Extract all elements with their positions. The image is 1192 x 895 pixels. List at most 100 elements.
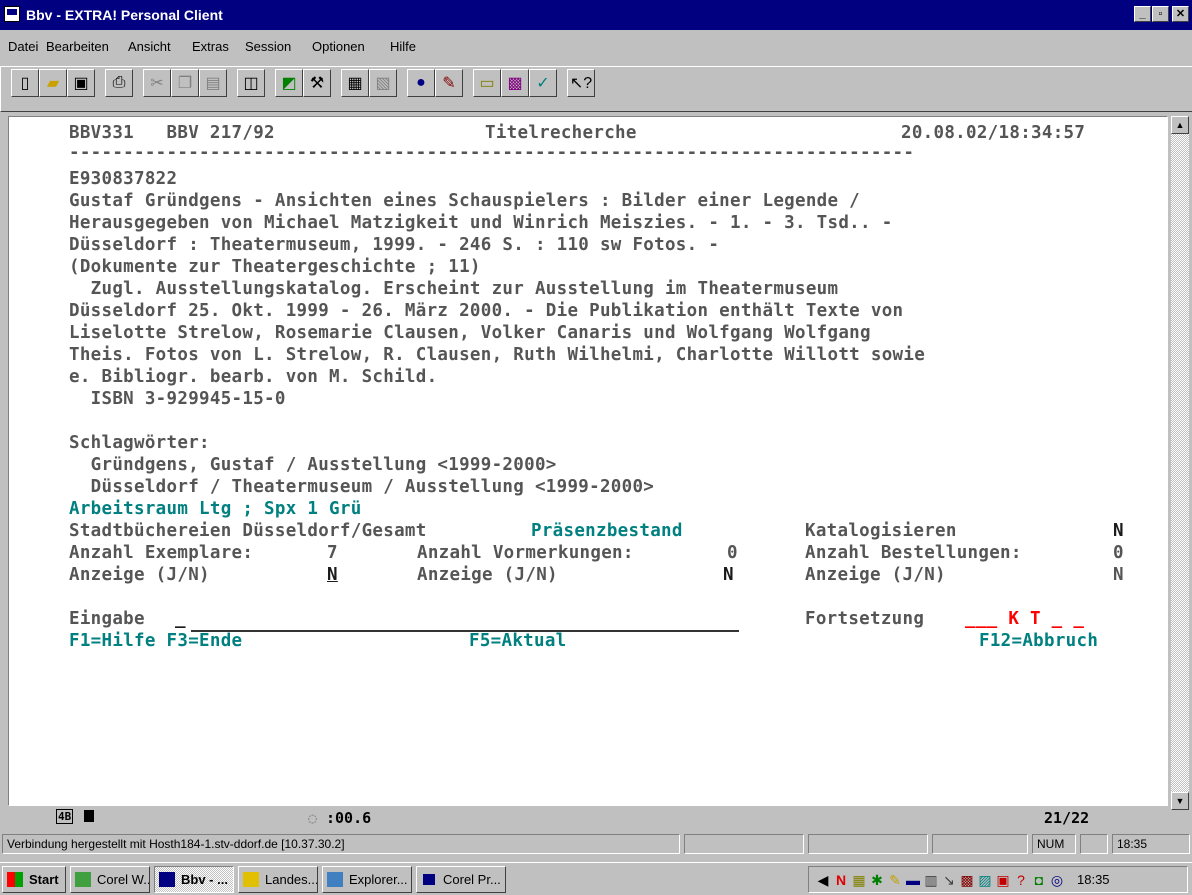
transfer-icon[interactable]: ▧ bbox=[369, 69, 397, 97]
presentation-icon bbox=[421, 872, 437, 887]
tools-icon[interactable]: ⚒ bbox=[303, 69, 331, 97]
maximize-button[interactable]: ▫ bbox=[1152, 6, 1169, 22]
status-pane-empty bbox=[808, 834, 928, 854]
macro-icon[interactable]: ◩ bbox=[275, 69, 303, 97]
hotspot-icon[interactable]: ◫ bbox=[237, 69, 265, 97]
tray-app-icon[interactable]: ✱ bbox=[869, 872, 885, 888]
close-button[interactable]: ✕ bbox=[1172, 6, 1189, 22]
menu-hilfe[interactable]: Hilfe bbox=[390, 39, 416, 54]
help-pointer-icon[interactable]: ↖? bbox=[567, 69, 595, 97]
terminal-screen[interactable]: BBV331 BBV 217/92 Titelrecherche 20.08.0… bbox=[8, 116, 1168, 806]
command-input-field[interactable] bbox=[191, 630, 739, 632]
app-icon[interactable] bbox=[4, 6, 20, 22]
speaker-icon[interactable]: ◀ bbox=[815, 872, 831, 888]
task-landes[interactable]: Landes... bbox=[238, 866, 318, 893]
input-cursor: _ bbox=[175, 609, 186, 629]
status-pane-empty bbox=[1080, 834, 1108, 854]
task-corel-write[interactable]: Corel W... bbox=[70, 866, 150, 893]
task-bbv[interactable]: Bbv - ... bbox=[154, 866, 234, 893]
norton-icon[interactable]: N bbox=[833, 872, 849, 888]
isbn-line: ISBN 3-929945-15-0 bbox=[69, 389, 286, 409]
session-indicator: 4B bbox=[56, 809, 74, 824]
vertical-scrollbar[interactable]: ▲ ▼ bbox=[1171, 116, 1189, 810]
orders-value: 0 bbox=[1113, 543, 1124, 563]
cataloging-value[interactable]: N bbox=[1113, 521, 1124, 541]
corel-icon bbox=[75, 872, 91, 887]
status-message: Verbindung hergestellt mit Hosth184-1.st… bbox=[2, 834, 680, 854]
scroll-up-button[interactable]: ▲ bbox=[1171, 116, 1189, 134]
record-line: e. Bibliogr. bearb. von M. Schild. bbox=[69, 367, 438, 387]
status-bar: Verbindung hergestellt mit Hosth184-1.st… bbox=[0, 832, 1192, 858]
play-icon[interactable]: ✎ bbox=[435, 69, 463, 97]
screen-title: Titelrecherche bbox=[485, 123, 637, 143]
open-icon[interactable]: ▰ bbox=[39, 69, 67, 97]
copies-label: Anzahl Exemplare: bbox=[69, 543, 254, 563]
terminal-icon bbox=[159, 872, 175, 887]
start-button[interactable]: Start bbox=[2, 866, 66, 893]
record-line: (Dokumente zur Theatergeschichte ; 11) bbox=[69, 257, 481, 277]
menu-ansicht[interactable]: Ansicht bbox=[128, 39, 171, 54]
display-reservations-field[interactable]: N bbox=[723, 565, 734, 585]
record-line: Herausgegeben von Michael Matzigkeit und… bbox=[69, 213, 893, 233]
toolbar: ▯ ▰ ▣ ⎙ ✂ ❐ ▤ ◫ ◩ ⚒ ▦ ▧ ● ✎ ▭ ▩ ✓ ↖? bbox=[0, 66, 1192, 112]
continuation-field[interactable]: ___ K T _ _ bbox=[965, 609, 1084, 629]
font-icon[interactable]: ✓ bbox=[529, 69, 557, 97]
display-copies-label: Anzeige (J/N) bbox=[69, 565, 210, 585]
connection-icon bbox=[84, 810, 94, 822]
copy-icon[interactable]: ❐ bbox=[171, 69, 199, 97]
fkey-refresh[interactable]: F5=Aktual bbox=[469, 631, 567, 651]
quickpad-icon[interactable]: ▦ bbox=[341, 69, 369, 97]
new-icon[interactable]: ▯ bbox=[11, 69, 39, 97]
tray-app-icon[interactable]: ◘ bbox=[1031, 872, 1047, 888]
record-icon[interactable]: ● bbox=[407, 69, 435, 97]
tray-app-icon[interactable]: ▥ bbox=[923, 872, 939, 888]
color-icon[interactable]: ▩ bbox=[501, 69, 529, 97]
fkey-cancel[interactable]: F12=Abbruch bbox=[979, 631, 1098, 651]
display-orders-field[interactable]: N bbox=[1113, 565, 1124, 585]
scroll-track[interactable] bbox=[1171, 134, 1189, 800]
tray-app-icon[interactable]: ? bbox=[1013, 872, 1029, 888]
input-label: Eingabe bbox=[69, 609, 145, 629]
tray-app-icon[interactable]: ▬ bbox=[905, 872, 921, 888]
screen-id: BBV331 BBV 217/92 bbox=[69, 123, 275, 143]
screen-datetime: 20.08.02/18:34:57 bbox=[901, 123, 1086, 143]
tray-app-icon[interactable]: ▦ bbox=[851, 872, 867, 888]
status-pane-empty bbox=[932, 834, 1028, 854]
title-bar[interactable]: Bbv - EXTRA! Personal Client _ ▫ ✕ bbox=[0, 0, 1192, 30]
menu-datei[interactable]: Datei bbox=[8, 39, 38, 54]
cataloging-label: Katalogisieren bbox=[805, 521, 957, 541]
record-id: E930837822 bbox=[69, 169, 178, 189]
reservations-value: 0 bbox=[727, 543, 738, 563]
menu-optionen[interactable]: Optionen bbox=[312, 39, 365, 54]
task-corel-presentations[interactable]: Corel Pr... bbox=[416, 866, 506, 893]
tray-app-icon[interactable]: ▣ bbox=[995, 872, 1011, 888]
task-explorer[interactable]: Explorer... bbox=[322, 866, 412, 893]
explorer-icon bbox=[327, 872, 343, 887]
clock-icon: ◌ bbox=[308, 809, 318, 827]
menu-extras[interactable]: Extras bbox=[192, 39, 229, 54]
taskbar-clock: 18:35 bbox=[1077, 872, 1110, 887]
minimize-button[interactable]: _ bbox=[1134, 6, 1151, 22]
save-icon[interactable]: ▣ bbox=[67, 69, 95, 97]
status-pane-empty bbox=[684, 834, 804, 854]
cursor-position: 21/22 bbox=[1044, 809, 1090, 827]
status-time: 18:35 bbox=[1112, 834, 1190, 854]
paste-icon[interactable]: ▤ bbox=[199, 69, 227, 97]
operator-info-area: 4B ◌ :00.6 21/22 bbox=[8, 806, 1166, 828]
menu-bearbeiten[interactable]: Bearbeiten bbox=[46, 39, 109, 54]
display-copies-field[interactable]: N bbox=[327, 565, 338, 585]
tray-app-icon[interactable]: ▨ bbox=[977, 872, 993, 888]
fkey-help-end[interactable]: F1=Hilfe F3=Ende bbox=[69, 631, 242, 651]
tray-app-icon[interactable]: ▩ bbox=[959, 872, 975, 888]
keyboard-icon[interactable]: ▭ bbox=[473, 69, 501, 97]
menu-session[interactable]: Session bbox=[245, 39, 291, 54]
subject-entry: Gründgens, Gustaf / Ausstellung <1999-20… bbox=[69, 455, 557, 475]
cut-icon[interactable]: ✂ bbox=[143, 69, 171, 97]
tray-app-icon[interactable]: ◎ bbox=[1049, 872, 1065, 888]
menu-bar: Datei Bearbeiten Ansicht Extras Session … bbox=[0, 34, 1192, 60]
tray-app-icon[interactable]: ↘ bbox=[941, 872, 957, 888]
tray-app-icon[interactable]: ✎ bbox=[887, 872, 903, 888]
scroll-down-button[interactable]: ▼ bbox=[1171, 792, 1189, 810]
print-icon[interactable]: ⎙ bbox=[105, 69, 133, 97]
record-line: Düsseldorf : Theatermuseum, 1999. - 246 … bbox=[69, 235, 720, 255]
